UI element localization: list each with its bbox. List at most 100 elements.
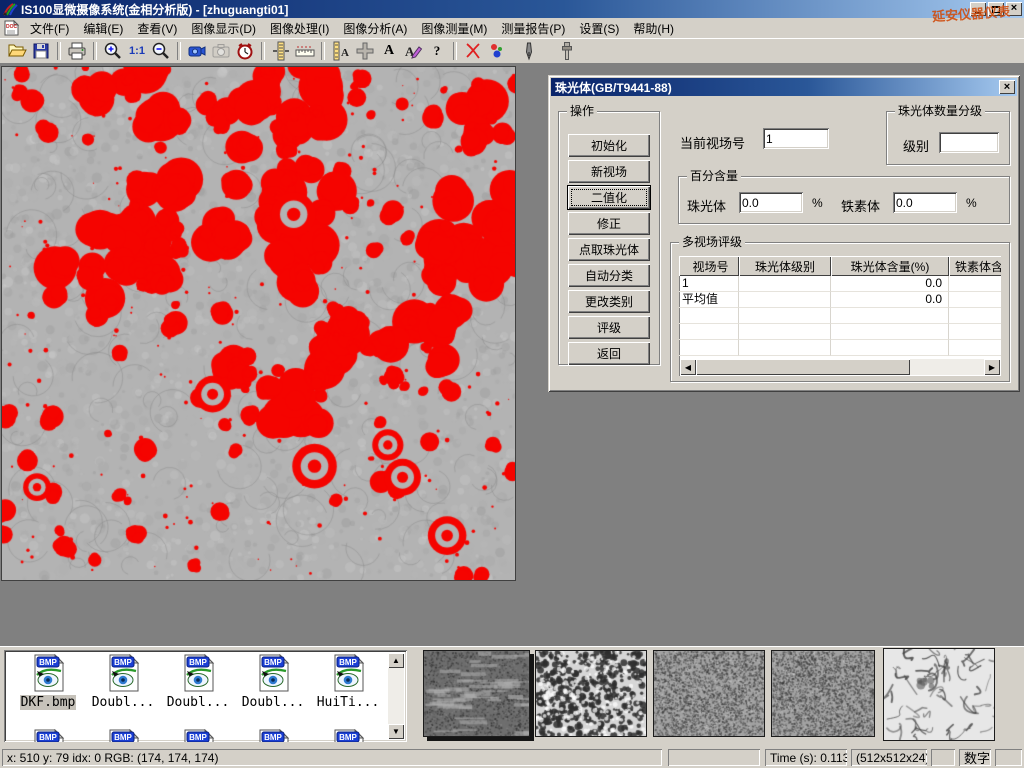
return-button[interactable]: 返回	[568, 342, 650, 365]
percent-group-label: 百分含量	[687, 169, 741, 183]
table-row-empty	[679, 324, 1001, 340]
svg-text:DOC: DOC	[6, 24, 18, 30]
table-row[interactable]: 1 0.0	[679, 276, 1001, 292]
move-cross-icon[interactable]	[353, 40, 377, 62]
svg-text:BMP: BMP	[114, 658, 132, 667]
dialog-close-button[interactable]: ×	[999, 80, 1015, 94]
file-name[interactable]: HuiTi...	[316, 695, 381, 710]
thumbnail-3[interactable]	[653, 650, 765, 737]
maximize-button[interactable]	[988, 2, 1004, 16]
minimize-button[interactable]	[970, 2, 986, 16]
thumbnail-2[interactable]	[535, 650, 647, 737]
menu-help[interactable]: 帮助(H)	[626, 18, 681, 39]
file-item-partial[interactable]: BMP	[12, 729, 84, 742]
zoom-in-icon[interactable]	[101, 40, 125, 62]
file-name[interactable]: Doubl...	[91, 695, 156, 710]
menu-image-analysis[interactable]: 图像分析(A)	[336, 18, 414, 39]
toolbar-separator	[453, 42, 457, 60]
text-icon[interactable]: A	[377, 40, 401, 62]
print-icon[interactable]	[65, 40, 89, 62]
header-field-no[interactable]: 视场号	[679, 256, 739, 276]
caliper-icon[interactable]	[269, 40, 293, 62]
menu-settings[interactable]: 设置(S)	[572, 18, 626, 39]
current-field-input[interactable]	[763, 128, 829, 149]
scrollbar-thumb[interactable]	[696, 359, 910, 375]
thumbnail-5[interactable]	[883, 648, 995, 741]
dialog-title-bar[interactable]: 珠光体(GB/T9441-88) ×	[551, 78, 1017, 96]
help-icon[interactable]: ?	[425, 40, 449, 62]
new-field-button[interactable]: 新视场	[568, 160, 650, 183]
correct-button[interactable]: 修正	[568, 212, 650, 235]
scrollbar-track[interactable]	[910, 359, 984, 375]
file-name[interactable]: Doubl...	[241, 695, 306, 710]
brush-icon[interactable]	[555, 40, 579, 62]
init-button[interactable]: 初始化	[568, 134, 650, 157]
svg-text:BMP: BMP	[39, 733, 57, 742]
table-row[interactable]: 平均值 0.0	[679, 292, 1001, 308]
file-item[interactable]: BMP DKF.bmp	[12, 654, 84, 710]
menu-measure-report[interactable]: 测量报告(P)	[494, 18, 572, 39]
pearlite-percent-input[interactable]	[739, 192, 803, 213]
grade-input[interactable]	[939, 132, 999, 153]
file-item[interactable]: BMP Doubl...	[87, 654, 159, 710]
annotate-icon[interactable]: A	[401, 40, 425, 62]
scroll-right-button[interactable]: ▶	[984, 359, 1000, 375]
pick-pearlite-button[interactable]: 点取珠光体	[568, 238, 650, 261]
rate-button[interactable]: 评级	[568, 316, 650, 339]
file-item-partial[interactable]: BMP	[312, 729, 384, 742]
svg-text:BMP: BMP	[264, 733, 282, 742]
header-pearlite-content[interactable]: 珠光体含量(%)	[831, 256, 949, 276]
video-camera-icon[interactable]	[185, 40, 209, 62]
zoom-out-icon[interactable]	[149, 40, 173, 62]
scroll-down-button[interactable]: ▼	[388, 724, 404, 739]
curve-tool-icon[interactable]	[461, 40, 485, 62]
timer-icon[interactable]	[233, 40, 257, 62]
menu-file[interactable]: 文件(F)	[23, 18, 76, 39]
menu-image-processing[interactable]: 图像处理(I)	[263, 18, 336, 39]
file-item[interactable]: BMP HuiTi...	[312, 654, 384, 710]
file-item-partial[interactable]: BMP	[162, 729, 234, 742]
binarize-button[interactable]: 二值化	[568, 186, 650, 209]
menu-bar: DOC 文件(F) 编辑(E) 查看(V) 图像显示(D) 图像处理(I) 图像…	[0, 18, 1024, 38]
scroll-up-button[interactable]: ▲	[388, 653, 404, 668]
pen-icon[interactable]	[517, 40, 541, 62]
header-ferrite-content[interactable]: 铁素体含量(%)	[949, 256, 1001, 276]
file-name[interactable]: DKF.bmp	[20, 695, 77, 710]
svg-text:BMP: BMP	[264, 658, 282, 667]
table-row-empty	[679, 308, 1001, 324]
file-item-partial[interactable]: BMP	[87, 729, 159, 742]
svg-text:BMP: BMP	[189, 733, 207, 742]
menu-view[interactable]: 查看(V)	[130, 18, 184, 39]
rating-group-label: 多视场评级	[679, 235, 745, 249]
bmp-file-icon: BMP	[331, 654, 365, 692]
menu-image-display[interactable]: 图像显示(D)	[184, 18, 263, 39]
metallographic-image[interactable]	[1, 66, 516, 581]
thumbnail-4[interactable]	[771, 650, 875, 737]
grade-label: 级别	[903, 136, 929, 155]
close-button[interactable]: ×	[1006, 2, 1022, 16]
header-pearlite-grade[interactable]: 珠光体级别	[739, 256, 831, 276]
file-item-partial[interactable]: BMP	[237, 729, 309, 742]
bottom-panel: BMP DKF.bmp BMP Doubl... BMP Doubl... BM…	[0, 647, 1024, 747]
camera-icon[interactable]	[209, 40, 233, 62]
ferrite-percent-input[interactable]	[893, 192, 957, 213]
auto-classify-button[interactable]: 自动分类	[568, 264, 650, 287]
toolbar-separator	[261, 42, 265, 60]
measure-caliper-icon[interactable]: A	[329, 40, 353, 62]
application-window: IS100显微摄像系统(金相分析版) - [zhuguangti01] × 延安…	[0, 0, 1024, 768]
file-name[interactable]: Doubl...	[166, 695, 231, 710]
ruler-icon[interactable]	[293, 40, 317, 62]
particles-icon[interactable]	[485, 40, 509, 62]
change-class-button[interactable]: 更改类别	[568, 290, 650, 313]
menu-image-measure[interactable]: 图像测量(M)	[414, 18, 494, 39]
document-icon[interactable]: DOC	[4, 20, 19, 36]
file-item[interactable]: BMP Doubl...	[237, 654, 309, 710]
actual-size-button[interactable]: 1:1	[125, 40, 149, 62]
save-icon[interactable]	[29, 40, 53, 62]
thumbnail-1[interactable]	[423, 650, 530, 737]
scroll-left-button[interactable]: ◀	[680, 359, 696, 375]
status-cursor-info: x: 510 y: 79 idx: 0 RGB: (174, 174, 174)	[2, 749, 662, 766]
file-item[interactable]: BMP Doubl...	[162, 654, 234, 710]
menu-edit[interactable]: 编辑(E)	[76, 18, 130, 39]
open-icon[interactable]	[5, 40, 29, 62]
